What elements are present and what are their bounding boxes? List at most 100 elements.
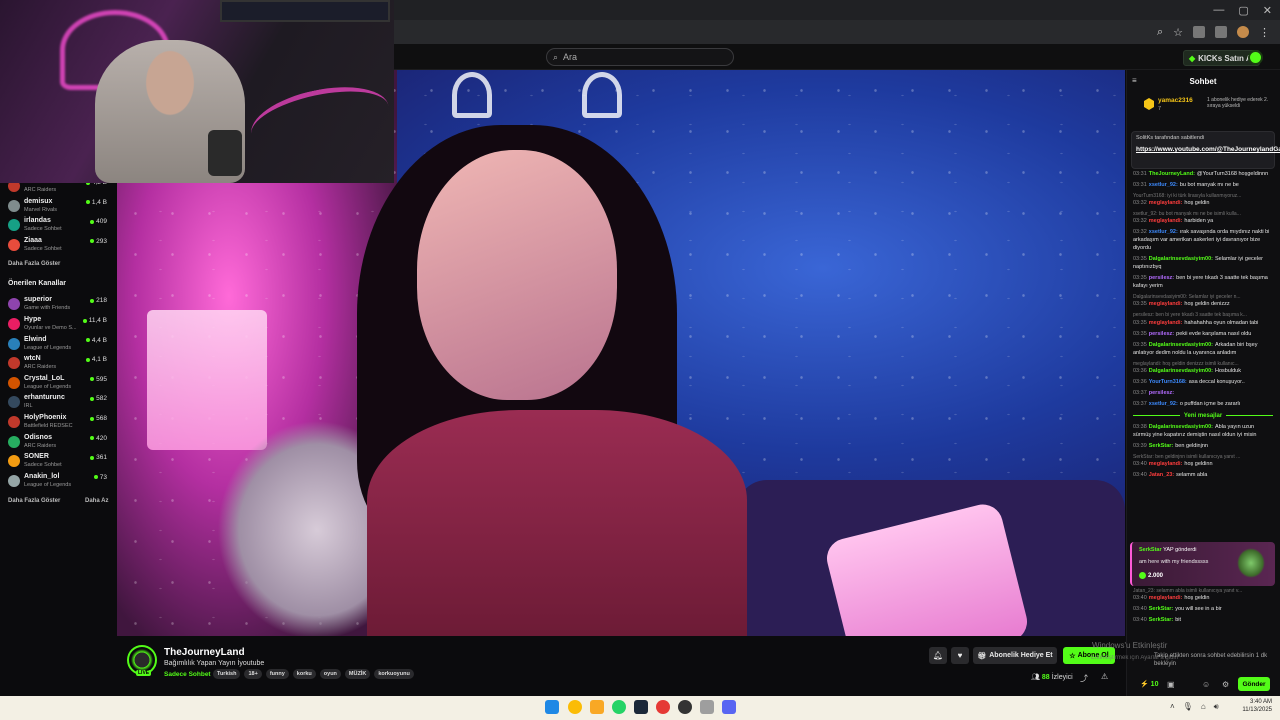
chat-message[interactable]: 03:40 SerkStar: bit bbox=[1133, 617, 1273, 625]
message-username[interactable]: meglaylandi: bbox=[1149, 218, 1183, 224]
show-less-recommended[interactable]: Daha Az bbox=[85, 498, 108, 504]
message-username[interactable]: TheJourneyLand: bbox=[1149, 171, 1195, 177]
chat-message[interactable]: 03:40 Jatan_23: selamm abla bbox=[1133, 472, 1273, 480]
chat-settings-icon[interactable]: ⚙ bbox=[1222, 680, 1229, 689]
chat-message[interactable]: 03:32 xsetlur_92: ırak savaşında orda mıyd… bbox=[1133, 229, 1273, 253]
user-avatar[interactable] bbox=[1248, 50, 1263, 65]
message-username[interactable]: YourTurn3168: bbox=[1149, 379, 1187, 385]
sidebar-channel-soner[interactable]: SONER Sadece Sohbet 361 bbox=[0, 452, 116, 472]
stream-tag[interactable]: korku bbox=[292, 669, 316, 679]
message-username[interactable]: meglaylandi: bbox=[1149, 301, 1183, 307]
gift-icon-chat[interactable]: ▣ bbox=[1167, 680, 1175, 689]
windows-start-icon[interactable] bbox=[545, 700, 559, 714]
chat-message[interactable]: 03:31 TheJourneyLand: @YourTurn3168 hoşgel… bbox=[1133, 171, 1273, 179]
steam-icon[interactable] bbox=[634, 700, 648, 714]
emote-icon[interactable]: ☺ bbox=[1202, 680, 1210, 689]
send-button[interactable]: Gönder bbox=[1238, 677, 1270, 691]
whatsapp-icon[interactable] bbox=[612, 700, 626, 714]
chat-message[interactable]: 03:38 Dalgalarinsevdasiyim00: Abla yayın u… bbox=[1133, 424, 1273, 440]
sidebar-channel-irlandas[interactable]: irlandas Sadece Sohbet 409 bbox=[0, 216, 116, 236]
stream-tag[interactable]: Turkish bbox=[213, 669, 241, 679]
close-icon[interactable]: ✕ bbox=[1263, 4, 1272, 17]
chat-message[interactable]: 03:31 xsetlur_92: bu bot manyak mı ne be bbox=[1133, 182, 1273, 190]
channel-name[interactable]: TheJourneyLand bbox=[164, 647, 245, 658]
bookmark-star-icon[interactable]: ☆ bbox=[1173, 26, 1183, 39]
chat-message[interactable]: 03:35 persilesz: ben bi yere tıkadı 3 saat… bbox=[1133, 275, 1273, 291]
chat-message[interactable]: 03:35 Dalgalarinsevdasiyim00: Selamlar iyi… bbox=[1133, 256, 1273, 272]
message-username[interactable]: persilesz: bbox=[1149, 390, 1174, 396]
stream-tag[interactable]: funny bbox=[265, 669, 289, 679]
taskbar-clock[interactable]: 3:40 AM 11/13/2025 bbox=[1238, 699, 1272, 715]
channel-points[interactable]: ⚡ 10 bbox=[1140, 680, 1158, 688]
sidebar-channel-odisnos[interactable]: Odisnos ARC Raiders 420 bbox=[0, 433, 116, 453]
message-username[interactable]: Dalgalarinsevdasiyim00: bbox=[1149, 342, 1213, 348]
chat-message[interactable]: 03:36 Dalgalarinsevdasiyim00: Hosbulduk bbox=[1133, 368, 1273, 376]
message-username[interactable]: meglaylandi: bbox=[1149, 595, 1183, 601]
follow-heart-button[interactable]: ♥ bbox=[951, 647, 969, 664]
message-username[interactable]: xsetlur_92: bbox=[1149, 182, 1178, 188]
microphone-icon[interactable]: 🎙︎ bbox=[1183, 702, 1193, 712]
chat-message[interactable]: 03:35 Dalgalarinsevdasiyim00: Arkadan biri… bbox=[1133, 342, 1273, 358]
sidebar-channel-wtcn[interactable]: wtcN ARC Raiders 4,1 B bbox=[0, 354, 116, 374]
extension-icon-2[interactable] bbox=[1215, 26, 1227, 38]
chat-message[interactable]: 03:40 meglaylandi: hoş geldin bbox=[1133, 595, 1273, 603]
gift-subscription-button[interactable]: 🎁︎ Abonelik Hediye Et bbox=[973, 647, 1057, 664]
chat-message[interactable]: 03:35 meglaylandi: hoş geldin denizzz bbox=[1133, 301, 1273, 309]
chat-input[interactable]: Takip ettikten sonra sohbet edebilirsin … bbox=[1140, 650, 1270, 672]
search-input[interactable]: ⌕ Ara bbox=[546, 48, 734, 66]
sidebar-channel-ziaaa[interactable]: Ziaaa Sadece Sohbet 293 bbox=[0, 236, 116, 256]
minimize-icon[interactable]: — bbox=[1213, 4, 1224, 16]
stream-tag[interactable]: MÜZİK bbox=[344, 669, 371, 679]
top-gifter-name[interactable]: yamac2316 bbox=[1158, 97, 1193, 104]
maximize-icon[interactable]: ▢ bbox=[1238, 4, 1248, 17]
chat-message[interactable]: 03:32 meglaylandi: hoş geldin bbox=[1133, 200, 1273, 208]
zoom-icon[interactable]: ⌕ bbox=[1157, 26, 1163, 39]
message-username[interactable]: meglaylandi: bbox=[1149, 461, 1183, 467]
stream-tag[interactable]: 18+ bbox=[244, 669, 262, 679]
message-username[interactable]: persilesz: bbox=[1149, 331, 1174, 337]
notification-bell-button[interactable]: 🔔︎ bbox=[929, 647, 947, 664]
chat-message[interactable]: 03:37 persilesz: bbox=[1133, 390, 1273, 398]
chat-message[interactable]: 03:35 persilesz: pekii evde karşılama nası… bbox=[1133, 331, 1273, 339]
chat-message[interactable]: 03:36 YourTurn3168: asa deccal konuşuyor.. bbox=[1133, 379, 1273, 387]
collapse-chat-icon[interactable]: ≡ bbox=[1132, 76, 1137, 85]
volume-icon[interactable]: 🔊︎ bbox=[1214, 702, 1219, 712]
chat-message[interactable]: 03:37 xsetlur_92: o puffdan içme be zararl… bbox=[1133, 401, 1273, 409]
sidebar-channel-superior[interactable]: superior Game with Friends 218 bbox=[0, 295, 116, 315]
sidebar-channel-holyphoenix[interactable]: HolyPhoenix Battlefield REDSEC 568 bbox=[0, 413, 116, 433]
yap-user[interactable]: SerkStar bbox=[1139, 547, 1162, 553]
chat-message[interactable]: 03:35 meglaylandi: hahahahha oyun olmadan … bbox=[1133, 320, 1273, 328]
message-username[interactable]: Dalgalarinsevdasiyim00: bbox=[1149, 424, 1213, 430]
message-username[interactable]: Dalgalarinsevdasiyim00: bbox=[1149, 256, 1213, 262]
report-icon[interactable]: ⚠ bbox=[1101, 672, 1108, 681]
sidebar-channel-elwind[interactable]: Elwind League of Legends 4,4 B bbox=[0, 335, 116, 355]
browser-menu-icon[interactable]: ⋮ bbox=[1259, 26, 1270, 39]
chevron-up-icon[interactable]: ˄ bbox=[1170, 702, 1175, 712]
settings-app-icon[interactable] bbox=[700, 700, 714, 714]
sidebar-channel-demisux[interactable]: demisux Marvel Rivals 1,4 B bbox=[0, 197, 116, 217]
chat-message[interactable]: 03:32 meglaylandi: harbiden ya bbox=[1133, 218, 1273, 226]
message-username[interactable]: Jatan_23: bbox=[1149, 472, 1174, 478]
chat-message[interactable]: 03:40 SerkStar: you will see in a bir bbox=[1133, 606, 1273, 614]
pinned-link[interactable]: https://www.youtube.com/@TheJourneylandG… bbox=[1136, 146, 1280, 154]
message-username[interactable]: xsetlur_92: bbox=[1149, 229, 1178, 235]
stream-tag[interactable]: oyun bbox=[319, 669, 341, 679]
show-more-recommended[interactable]: Daha Fazla Göster bbox=[8, 498, 60, 504]
network-icon[interactable]: ⌂ bbox=[1201, 702, 1206, 712]
message-username[interactable]: meglaylandi: bbox=[1149, 200, 1183, 206]
message-username[interactable]: meglaylandi: bbox=[1149, 320, 1183, 326]
message-username[interactable]: SerkStar: bbox=[1149, 617, 1173, 623]
extension-icon[interactable] bbox=[1193, 26, 1205, 38]
app-icon[interactable] bbox=[678, 700, 692, 714]
sidebar-channel-anakin_lol[interactable]: Anakin_lol League of Legends 73 bbox=[0, 472, 116, 492]
message-username[interactable]: SerkStar: bbox=[1149, 606, 1173, 612]
discord-icon[interactable] bbox=[722, 700, 736, 714]
file-explorer-icon[interactable] bbox=[590, 700, 604, 714]
message-username[interactable]: persilesz: bbox=[1149, 275, 1174, 281]
browser-profile-avatar[interactable] bbox=[1237, 26, 1249, 38]
chrome-icon[interactable] bbox=[568, 700, 582, 714]
chat-message[interactable]: 03:40 meglaylandi: hoş geldinn bbox=[1133, 461, 1273, 469]
share-icon[interactable]: ⤴ bbox=[1080, 673, 1088, 684]
chat-message[interactable]: 03:39 SerkStar: ben geldinjnn bbox=[1133, 443, 1273, 451]
message-username[interactable]: Dalgalarinsevdasiyim00: bbox=[1149, 368, 1213, 374]
